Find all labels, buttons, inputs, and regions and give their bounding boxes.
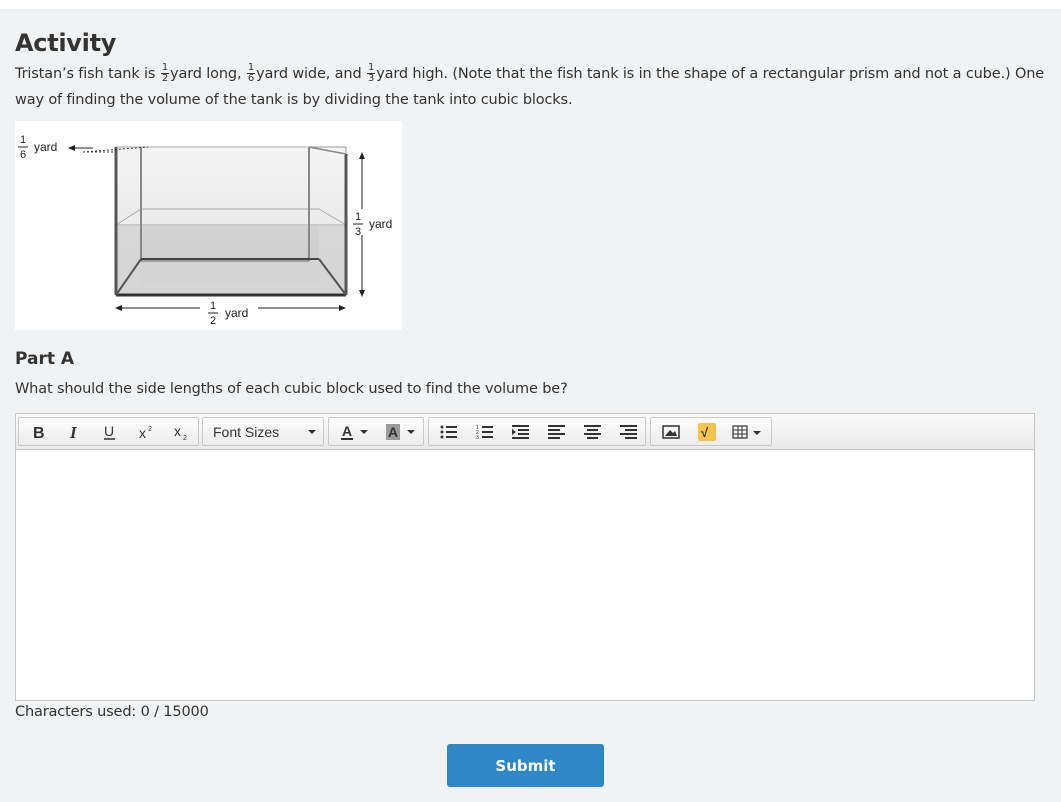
chevron-down-icon [308, 430, 316, 434]
italic-button[interactable]: I [61, 418, 89, 445]
font-color-button[interactable]: A [333, 418, 373, 445]
part-title: Part A [15, 349, 75, 369]
equation-icon: √ [698, 422, 716, 441]
align-right-icon [620, 424, 637, 439]
length-label-num: 1 [210, 300, 216, 312]
svg-text:3: 3 [476, 435, 479, 440]
insert-group: √ [650, 417, 772, 446]
svg-text:A: A [342, 423, 352, 439]
font-sizes-label: Font Sizes [213, 424, 280, 440]
width-label-den: 6 [20, 149, 26, 161]
table-button[interactable] [727, 418, 769, 445]
prompt-text-3: yard wide, and [256, 66, 366, 82]
height-label-den: 3 [355, 226, 361, 238]
svg-text:x: x [174, 424, 181, 439]
align-right-button[interactable] [613, 418, 645, 445]
superscript-icon: x2 [139, 425, 152, 440]
width-label-num: 1 [20, 134, 26, 146]
fraction-height-denominator: 3 [367, 72, 375, 84]
activity-prompt: Tristan’s fish tank is 1 2 yard long, 1 6 ya… [15, 61, 1045, 113]
width-arrowhead [68, 145, 75, 151]
fraction-width-numerator: 1 [246, 61, 256, 74]
width-label-unit: yard [34, 140, 57, 154]
height-arrowhead-top [359, 152, 365, 159]
numbered-list-icon: 123 [476, 425, 493, 440]
equation-button[interactable]: √ [691, 418, 723, 445]
svg-text:√: √ [701, 425, 709, 440]
svg-text:U: U [104, 424, 114, 439]
fraction-width: 16 [246, 61, 256, 84]
background-color-icon: A [386, 423, 415, 440]
subscript-button[interactable]: x2 [167, 418, 195, 445]
fish-tank-diagram: 1 6 yard 1 3 yard 1 2 yard [18, 134, 396, 327]
underline-icon: U [104, 424, 115, 440]
height-indicator: 1 3 yard [350, 152, 396, 297]
superscript-button[interactable]: x2 [132, 418, 160, 445]
length-arrowhead-right [339, 305, 346, 311]
part-question: What should the side lengths of each cub… [15, 381, 568, 397]
fraction-length-numerator: 1 [160, 61, 170, 74]
svg-text:2: 2 [183, 435, 187, 440]
bold-button[interactable]: B [25, 418, 53, 445]
indent-icon [512, 424, 529, 439]
numbered-list-button[interactable]: 123 [469, 418, 501, 445]
rich-text-editor: B I U x2 x2 Font Sizes A A 1 2 3 √ [15, 413, 1035, 701]
subscript-icon: x2 [174, 424, 187, 440]
length-indicator: 1 2 yard [115, 300, 346, 327]
fraction-length: 12 [160, 61, 170, 84]
color-group: A A [328, 417, 424, 446]
svg-text:B: B [33, 425, 45, 440]
bold-icon: B [33, 425, 45, 440]
height-label-unit: yard [369, 217, 392, 231]
align-left-button[interactable] [541, 418, 573, 445]
align-center-button[interactable] [577, 418, 609, 445]
bullet-list-button[interactable] [433, 418, 465, 445]
underline-button[interactable]: U [96, 418, 124, 445]
font-sizes-select[interactable]: Font Sizes [202, 417, 324, 446]
height-label-num: 1 [355, 211, 361, 223]
activity-title: Activity [15, 29, 117, 57]
submit-button[interactable]: Submit [447, 744, 604, 787]
background-color-button[interactable]: A [379, 418, 421, 445]
length-label-unit: yard [225, 306, 248, 320]
svg-text:I: I [69, 424, 78, 440]
tank-body [114, 146, 348, 297]
character-counter: Characters used: 0 / 15000 [15, 704, 209, 720]
fish-tank-figure: 1 6 yard 1 3 yard 1 2 yard [15, 121, 402, 330]
text-style-group: B I U x2 x2 [18, 417, 199, 446]
length-arrowhead-left [115, 305, 122, 311]
length-label-den: 2 [210, 315, 216, 327]
italic-icon: I [69, 424, 78, 440]
image-button[interactable] [655, 418, 687, 445]
align-left-icon [548, 424, 565, 439]
image-icon [662, 424, 680, 439]
align-center-icon [584, 424, 601, 439]
fraction-width-denominator: 6 [247, 72, 255, 84]
fraction-height: 13 [366, 61, 376, 84]
svg-text:A: A [388, 424, 398, 440]
font-color-icon: A [341, 423, 368, 440]
editor-toolbar: B I U x2 x2 Font Sizes A A 1 2 3 √ [16, 414, 1034, 450]
editor-text-area[interactable] [16, 450, 1034, 700]
svg-text:2: 2 [148, 426, 152, 433]
paragraph-group: 123 [428, 417, 646, 446]
prompt-text-2: yard long, [170, 66, 246, 82]
table-icon [732, 424, 761, 439]
prompt-text-1: Tristan’s fish tank is [15, 66, 160, 82]
svg-text:x: x [139, 425, 146, 440]
height-arrowhead-bottom [359, 290, 365, 297]
bullet-list-icon [440, 425, 457, 438]
fraction-length-denominator: 2 [161, 72, 169, 84]
fraction-height-numerator: 1 [366, 61, 376, 74]
indent-button[interactable] [505, 418, 537, 445]
